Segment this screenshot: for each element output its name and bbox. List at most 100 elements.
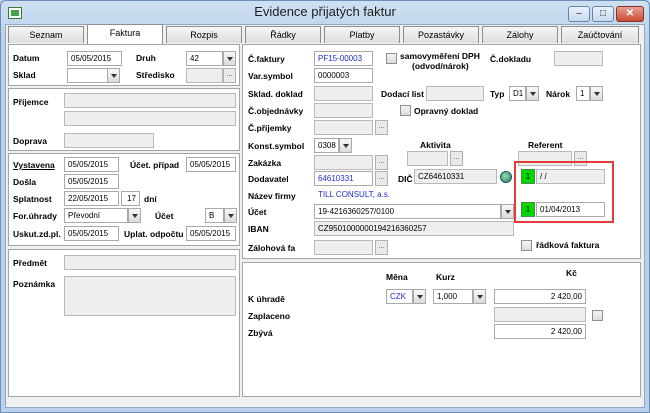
- datum-label: Datum: [13, 53, 40, 63]
- doprava-label: Doprava: [13, 136, 48, 146]
- minimize-button[interactable]: –: [568, 6, 590, 22]
- zbyva-label: Zbývá: [248, 328, 273, 338]
- dodavatel-field[interactable]: 64610331: [314, 171, 373, 186]
- forma-uhrady-label: For.úhrady: [13, 211, 57, 221]
- dosla-field[interactable]: 05/05/2015: [64, 174, 119, 189]
- cprijemky-field[interactable]: [314, 120, 373, 135]
- vystavena-label: Vystavena: [13, 160, 55, 170]
- zalohova-fa-browse-button[interactable]: ...: [375, 240, 388, 255]
- dosla-label: Došla: [13, 177, 37, 187]
- zaplaceno-checkbox[interactable]: [592, 310, 603, 321]
- ucet-combo[interactable]: 19-4216360257/0100: [314, 204, 501, 219]
- kurz-combo[interactable]: 1,000: [433, 289, 473, 304]
- dic-field[interactable]: CZ64610331: [414, 169, 497, 184]
- opravny-doklad-checkbox[interactable]: [400, 105, 411, 116]
- cfaktury-label: Č.faktury: [248, 54, 285, 64]
- mena-dropdown-icon[interactable]: [413, 289, 426, 304]
- zakazka-browse-button[interactable]: ...: [375, 155, 388, 170]
- samovymereni-checkbox[interactable]: [386, 53, 397, 64]
- zbyva-field[interactable]: 2 420,00: [494, 324, 586, 339]
- prijemce-field-1[interactable]: [64, 93, 236, 108]
- typ-combo[interactable]: D1: [509, 86, 526, 101]
- doprava-field[interactable]: [64, 133, 154, 148]
- druh-combo[interactable]: 42: [186, 51, 223, 66]
- aktivita-label: Aktivita: [420, 140, 451, 150]
- cdokladu-field[interactable]: [554, 51, 603, 66]
- prijemce-label: Příjemce: [13, 97, 49, 107]
- ucet-pripad-field[interactable]: 05/05/2015: [186, 157, 236, 172]
- sklad-label: Sklad: [13, 70, 36, 80]
- tab-radky[interactable]: Řádky: [245, 26, 321, 43]
- sklad-combo[interactable]: [67, 68, 108, 83]
- cobjednavky-field[interactable]: [314, 103, 373, 118]
- close-button[interactable]: ✕: [616, 6, 644, 22]
- vystavena-field[interactable]: 05/05/2015: [64, 157, 119, 172]
- radkova-faktura-checkbox[interactable]: [521, 240, 532, 251]
- cprijemky-browse-button[interactable]: ...: [375, 120, 388, 135]
- iban-field[interactable]: CZ9501000000194216360257: [314, 221, 514, 236]
- tab-rozpis[interactable]: Rozpis: [166, 26, 242, 43]
- maximize-button[interactable]: □: [592, 6, 614, 22]
- notes-panel: [8, 249, 240, 397]
- tab-pozastavky[interactable]: Pozastávky: [403, 26, 479, 43]
- narok-combo[interactable]: 1: [576, 86, 590, 101]
- zakazka-field[interactable]: [314, 155, 373, 170]
- stredisko-browse-button[interactable]: ...: [223, 68, 236, 83]
- poznamka-field[interactable]: [64, 276, 236, 316]
- k-uhrade-field[interactable]: 2 420,00: [494, 289, 586, 304]
- uplat-odpoctu-field[interactable]: 05/05/2015: [186, 226, 236, 241]
- dodavatel-browse-button[interactable]: ...: [375, 171, 388, 186]
- zalohova-fa-field[interactable]: [314, 240, 373, 255]
- uplat-odpoctu-label: Uplat. odpočtu: [124, 229, 184, 239]
- tab-faktura[interactable]: Faktura: [87, 24, 163, 44]
- zakazka-label: Zakázka: [248, 158, 282, 168]
- tab-platby[interactable]: Platby: [324, 26, 400, 43]
- splatnost-field[interactable]: 22/05/2015: [64, 191, 119, 206]
- kc-label: Kč: [566, 268, 577, 278]
- ucet-label: Účet: [248, 207, 267, 217]
- mena-combo[interactable]: CZK: [386, 289, 413, 304]
- poznamka-label: Poznámka: [13, 279, 56, 289]
- varsymbol-field[interactable]: 0000003: [314, 68, 373, 83]
- forma-uhrady-combo[interactable]: Převodní příkaz: [64, 208, 128, 223]
- tab-seznam[interactable]: Seznam: [8, 26, 84, 43]
- ucet-left-label: Účet: [155, 211, 174, 221]
- tab-zalohy[interactable]: Zálohy: [482, 26, 558, 43]
- tab-zauctovani[interactable]: Zaúčtování: [561, 26, 639, 43]
- nazev-firmy-label: Název firmy: [248, 191, 296, 201]
- predmet-field[interactable]: [64, 255, 236, 270]
- globe-icon[interactable]: [500, 171, 512, 183]
- stredisko-label: Středisko: [136, 70, 175, 80]
- varsymbol-label: Var.symbol: [248, 71, 293, 81]
- samovymereni-label: samovyměření DPH: [400, 51, 480, 61]
- stredisko-field[interactable]: [186, 68, 223, 83]
- sklad-doklad-field[interactable]: [314, 86, 373, 101]
- sklad-dropdown-icon[interactable]: [107, 68, 120, 83]
- splatnost-days-field[interactable]: 17: [121, 191, 140, 206]
- druh-dropdown-icon[interactable]: [223, 51, 236, 66]
- aktivita-browse-button[interactable]: ...: [450, 151, 463, 166]
- dic-label: DIČ: [398, 174, 413, 184]
- narok-dropdown-icon[interactable]: [590, 86, 603, 101]
- ucet-left-combo[interactable]: B: [205, 208, 224, 223]
- ucet-left-dropdown-icon[interactable]: [224, 208, 237, 223]
- vystavena-label-text: Vystavena: [13, 160, 55, 170]
- sklad-doklad-label: Sklad. doklad: [248, 89, 303, 99]
- zaplaceno-field[interactable]: [494, 307, 586, 322]
- cfaktury-field[interactable]: PF15-00003: [314, 51, 373, 66]
- samovymereni-sub-label: (odvod/nárok): [412, 61, 469, 71]
- ucet-dropdown-icon[interactable]: [501, 204, 514, 219]
- forma-uhrady-dropdown-icon[interactable]: [128, 208, 141, 223]
- typ-dropdown-icon[interactable]: [526, 86, 539, 101]
- uskut-field[interactable]: 05/05/2015: [64, 226, 119, 241]
- prijemce-field-2[interactable]: [64, 111, 236, 126]
- dodaci-list-field[interactable]: [426, 86, 484, 101]
- dodavatel-label: Dodavatel: [248, 174, 289, 184]
- kurz-dropdown-icon[interactable]: [473, 289, 486, 304]
- aktivita-field[interactable]: [407, 151, 448, 166]
- predmet-label: Předmět: [13, 258, 48, 268]
- konst-symbol-dropdown-icon[interactable]: [339, 138, 352, 153]
- status-indicator-1: 1: [521, 169, 535, 184]
- konst-symbol-combo[interactable]: 0308: [314, 138, 339, 153]
- datum-field[interactable]: 05/05/2015: [67, 51, 122, 66]
